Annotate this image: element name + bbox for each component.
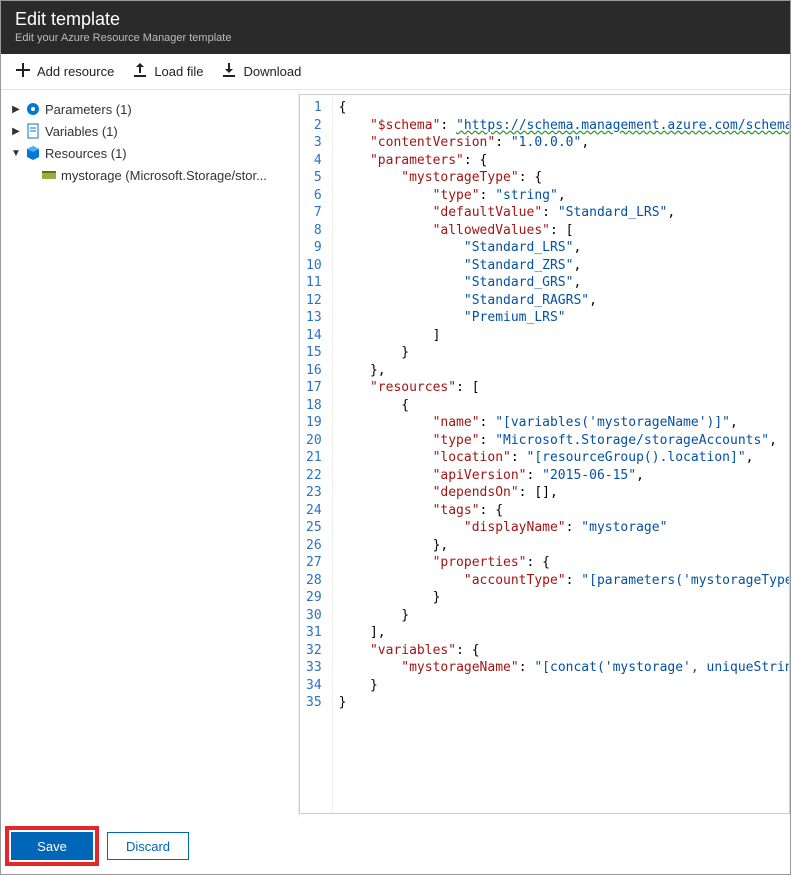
download-label: Download xyxy=(243,64,301,79)
load-file-label: Load file xyxy=(154,64,203,79)
gear-icon xyxy=(25,101,41,117)
page-title: Edit template xyxy=(15,9,776,30)
footer: Save Discard xyxy=(1,818,790,874)
download-button[interactable]: Download xyxy=(221,62,301,81)
save-label: Save xyxy=(37,839,67,854)
chevron-right-icon: ▶ xyxy=(11,104,21,115)
load-file-button[interactable]: Load file xyxy=(132,62,203,81)
storage-icon xyxy=(41,167,57,183)
chevron-down-icon: ▼ xyxy=(11,148,21,159)
cube-icon xyxy=(25,145,41,161)
tree-parameters[interactable]: ▶ Parameters (1) xyxy=(7,98,292,120)
add-resource-label: Add resource xyxy=(37,64,114,79)
tree-variables-label: Variables (1) xyxy=(45,124,118,139)
code-area[interactable]: { "$schema": "https://schema.management.… xyxy=(333,95,789,813)
tree-parameters-label: Parameters (1) xyxy=(45,102,132,117)
code-editor[interactable]: 1234567891011121314151617181920212223242… xyxy=(299,94,790,814)
toolbar: Add resource Load file Download xyxy=(1,54,790,90)
discard-label: Discard xyxy=(126,839,170,854)
chevron-right-icon: ▶ xyxy=(11,126,21,137)
tree-resources-label: Resources (1) xyxy=(45,146,127,161)
download-icon xyxy=(221,62,237,81)
discard-button[interactable]: Discard xyxy=(107,832,189,860)
plus-icon xyxy=(15,62,31,81)
page-subtitle: Edit your Azure Resource Manager templat… xyxy=(15,32,776,44)
document-icon xyxy=(25,123,41,139)
main: ▶ Parameters (1) ▶ Variables (1) ▼ Resou… xyxy=(1,90,790,818)
add-resource-button[interactable]: Add resource xyxy=(15,62,114,81)
tree-resources[interactable]: ▼ Resources (1) xyxy=(7,142,292,164)
header: Edit template Edit your Azure Resource M… xyxy=(1,1,790,54)
tree-resource-item-label: mystorage (Microsoft.Storage/stor... xyxy=(61,168,267,183)
upload-icon xyxy=(132,62,148,81)
tree-variables[interactable]: ▶ Variables (1) xyxy=(7,120,292,142)
line-gutter: 1234567891011121314151617181920212223242… xyxy=(300,95,333,813)
save-button[interactable]: Save xyxy=(11,832,93,860)
tree-resource-item[interactable]: mystorage (Microsoft.Storage/stor... xyxy=(7,164,292,186)
sidebar: ▶ Parameters (1) ▶ Variables (1) ▼ Resou… xyxy=(1,90,299,818)
